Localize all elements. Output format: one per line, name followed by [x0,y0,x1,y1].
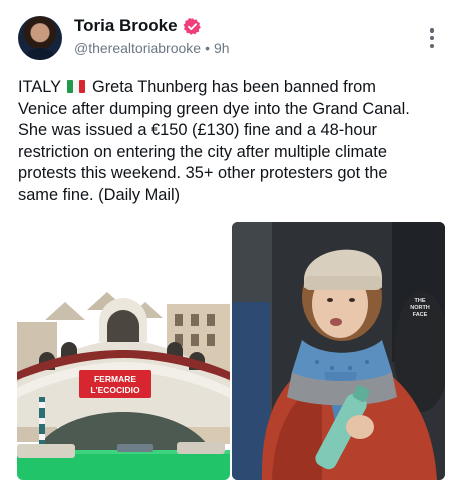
banner-text-line-2: L'ECOCIDIO [90,385,140,395]
post-time[interactable]: 9h [214,40,230,56]
avatar[interactable] [18,16,62,60]
meta-separator: • [205,40,210,56]
post-line-5: protests this weekend. 35+ other protest… [18,164,388,183]
author-name-row: Toria Brooke [74,16,202,36]
more-options-icon[interactable] [424,26,440,50]
post-text: ITALY Greta Thunberg has been banned fro… [18,77,448,207]
jacket-logo-line-3: FACE [413,312,428,318]
post-line-6: same fine. (Daily Mail) [18,185,181,204]
post-line-2: Venice after dumping green dye into the … [18,99,410,118]
italy-flag-icon [67,80,86,93]
avatar-shoulders [26,48,54,60]
media-photo-protester[interactable]: THE NORTH FACE [232,222,445,480]
author-handle[interactable]: @therealtoriabrooke [74,40,201,56]
post-line-3: She was issued a €150 (£130) fine and a … [18,121,378,140]
author-handle-row: @therealtoriabrooke • 9h [74,40,230,56]
post-line-4: restriction on entering the city after m… [18,142,387,161]
protester-illustration: THE NORTH FACE [232,222,445,480]
author-display-name[interactable]: Toria Brooke [74,16,178,36]
rialto-bridge-illustration: FERMARE L'ECOCIDIO [17,222,230,480]
banner-text-line-1: FERMARE [94,374,136,384]
jacket-logo-line-2: NORTH [410,305,430,311]
jacket-logo-line-1: THE [415,298,426,304]
post-line-1: ITALY Greta Thunberg has been banned fro… [18,78,376,96]
media-photo-rialto-bridge[interactable]: FERMARE L'ECOCIDIO [17,222,230,480]
verified-badge-icon [183,17,201,35]
